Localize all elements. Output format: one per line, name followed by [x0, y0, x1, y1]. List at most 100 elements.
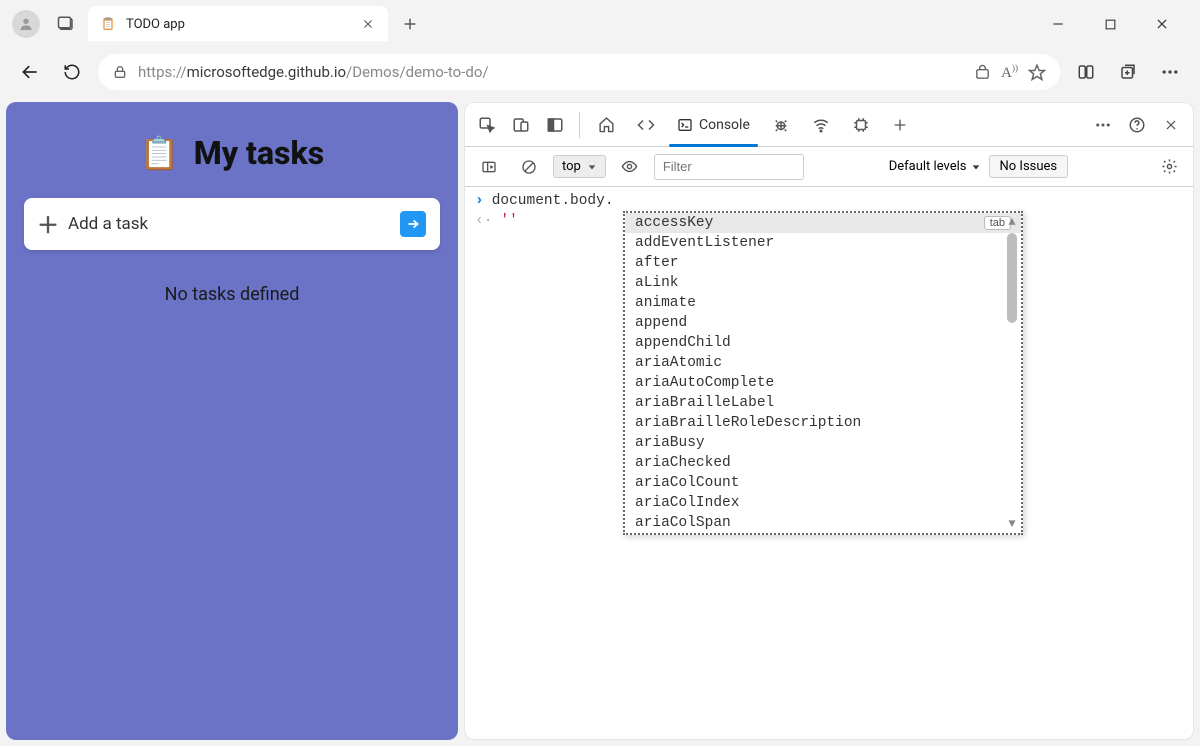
autocomplete-item[interactable]: after: [625, 253, 1021, 273]
console-sidebar-toggle[interactable]: [473, 151, 505, 183]
console-body[interactable]: › document.body. ‹· '' accessKeytabaddEv…: [465, 187, 1193, 739]
maximize-button[interactable]: [1090, 8, 1130, 40]
settings-menu-button[interactable]: [1154, 56, 1186, 88]
add-task-row[interactable]: ＋ Add a task: [24, 198, 440, 250]
arrow-left-icon: [20, 62, 40, 82]
filter-input[interactable]: [654, 154, 804, 180]
tab-more[interactable]: [882, 103, 918, 146]
tab-title: TODO app: [126, 17, 350, 32]
plus-icon: [892, 117, 908, 133]
scroll-up-icon[interactable]: ▲: [1008, 215, 1015, 229]
autocomplete-item[interactable]: accessKeytab: [625, 213, 1021, 233]
refresh-icon: [63, 63, 81, 81]
maximize-icon: [1104, 18, 1117, 31]
gear-icon: [1161, 158, 1178, 175]
tab-close-button[interactable]: [360, 16, 376, 32]
clear-icon: [521, 159, 537, 175]
autocomplete-item[interactable]: appendChild: [625, 333, 1021, 353]
empty-state-text: No tasks defined: [24, 284, 440, 305]
tab-console[interactable]: Console: [667, 103, 760, 146]
tab-actions-button[interactable]: [50, 8, 82, 40]
autocomplete-item[interactable]: ariaAtomic: [625, 353, 1021, 373]
person-icon: [18, 16, 34, 32]
collections-button[interactable]: [1112, 56, 1144, 88]
chevron-down-icon: [971, 162, 981, 172]
console-icon: [677, 117, 693, 133]
arrow-right-icon: [406, 217, 420, 231]
back-button[interactable]: [14, 56, 46, 88]
shopping-icon[interactable]: [974, 64, 991, 81]
prompt-icon: ›: [475, 193, 484, 209]
live-expression-button[interactable]: [614, 151, 646, 183]
favorite-star-icon[interactable]: [1028, 63, 1046, 81]
context-selector[interactable]: top: [553, 155, 606, 178]
device-icon: [512, 116, 530, 134]
close-icon: [362, 18, 374, 30]
autocomplete-item[interactable]: ariaColIndex: [625, 493, 1021, 513]
tab-elements[interactable]: [627, 103, 665, 146]
tab-network[interactable]: [802, 103, 840, 146]
clipboard-icon: 📋: [140, 134, 180, 172]
dock-icon: [546, 116, 564, 134]
app-heading-text: My tasks: [194, 134, 324, 172]
autocomplete-item[interactable]: ariaBrailleRoleDescription: [625, 413, 1021, 433]
autocomplete-item[interactable]: ariaColSpan: [625, 513, 1021, 533]
devtools-help-button[interactable]: [1121, 109, 1153, 141]
chip-icon: [852, 116, 870, 134]
collections-icon: [1119, 63, 1137, 81]
tab-console-label: Console: [699, 117, 750, 133]
autocomplete-item[interactable]: ariaAutoComplete: [625, 373, 1021, 393]
minimize-icon: [1051, 17, 1065, 31]
autocomplete-item[interactable]: ariaChecked: [625, 453, 1021, 473]
autocomplete-item[interactable]: addEventListener: [625, 233, 1021, 253]
devtools-tabstrip: Console: [465, 103, 1193, 147]
devtools-more-button[interactable]: [1087, 109, 1119, 141]
close-icon: [1155, 17, 1169, 31]
clipboard-icon: [100, 16, 116, 32]
scroll-thumb[interactable]: [1007, 233, 1017, 323]
device-toggle-button[interactable]: [505, 109, 537, 141]
scroll-down-icon[interactable]: ▼: [1008, 517, 1015, 531]
new-tab-button[interactable]: [394, 8, 426, 40]
autocomplete-item[interactable]: ariaColCount: [625, 473, 1021, 493]
plus-icon: ＋: [38, 214, 58, 234]
plus-icon: [402, 16, 418, 32]
window-controls: [1038, 8, 1182, 40]
tab-welcome[interactable]: [588, 103, 625, 146]
split-screen-button[interactable]: [1070, 56, 1102, 88]
tab-overview-icon: [57, 15, 75, 33]
autocomplete-item[interactable]: aLink: [625, 273, 1021, 293]
autocomplete-item[interactable]: ariaBrailleLabel: [625, 393, 1021, 413]
close-icon: [1164, 118, 1178, 132]
more-icon: [1094, 116, 1112, 134]
minimize-button[interactable]: [1038, 8, 1078, 40]
autocomplete-item[interactable]: ariaBusy: [625, 433, 1021, 453]
todo-app-panel: 📋 My tasks ＋ Add a task No tasks defined: [6, 102, 458, 740]
window-close-button[interactable]: [1142, 8, 1182, 40]
devtools-close-button[interactable]: [1155, 109, 1187, 141]
clear-console-button[interactable]: [513, 151, 545, 183]
refresh-button[interactable]: [56, 56, 88, 88]
url-field[interactable]: https://microsoftedge.github.io/Demos/de…: [98, 54, 1060, 90]
read-aloud-button[interactable]: A)): [1001, 63, 1018, 82]
console-input-text: document.body.: [492, 193, 614, 209]
autocomplete-scrollbar[interactable]: ▲ ▼: [1005, 215, 1019, 531]
add-task-placeholder: Add a task: [68, 214, 390, 234]
devtools-panel: Console: [464, 102, 1194, 740]
split-screen-icon: [1077, 63, 1095, 81]
inspect-element-button[interactable]: [471, 109, 503, 141]
tab-performance[interactable]: [842, 103, 880, 146]
log-levels-dropdown[interactable]: Default levels: [889, 159, 981, 174]
autocomplete-popup[interactable]: accessKeytabaddEventListenerafteraLinkan…: [623, 211, 1023, 535]
autocomplete-item[interactable]: animate: [625, 293, 1021, 313]
add-task-submit-button[interactable]: [400, 211, 426, 237]
autocomplete-item[interactable]: append: [625, 313, 1021, 333]
eye-icon: [621, 158, 638, 175]
tab-sources[interactable]: [762, 103, 800, 146]
browser-tab[interactable]: TODO app: [88, 6, 388, 42]
console-input-line[interactable]: › document.body.: [465, 191, 1193, 211]
console-settings-button[interactable]: [1153, 151, 1185, 183]
dock-side-button[interactable]: [539, 109, 571, 141]
issues-button[interactable]: No Issues: [989, 155, 1069, 178]
profile-avatar[interactable]: [12, 10, 40, 38]
